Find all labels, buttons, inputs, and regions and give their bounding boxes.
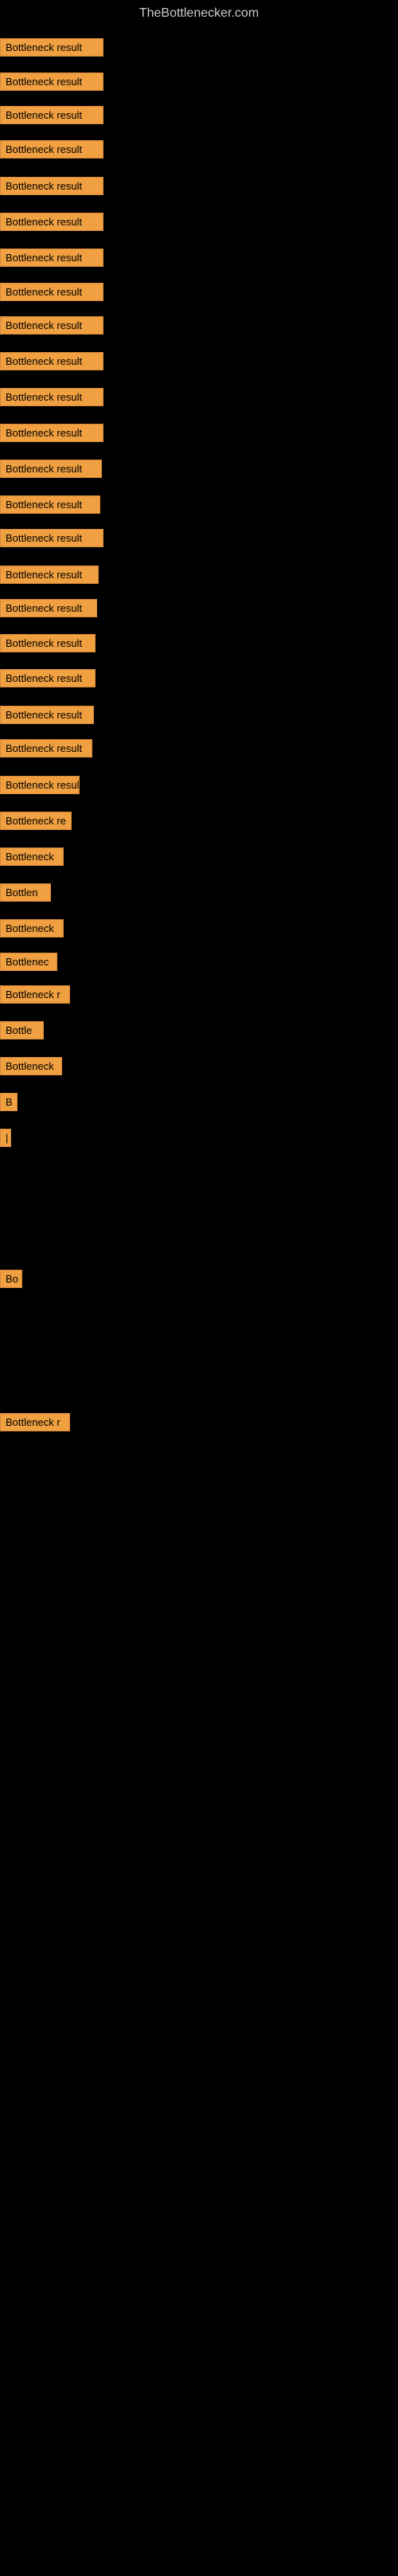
bottleneck-result-row: Bottleneck [0,848,64,870]
bottleneck-result-row: Bottleneck result [0,566,99,588]
bottleneck-result-row: | [0,1129,11,1151]
bottleneck-result-row: Bottleneck result [0,38,103,61]
bottleneck-result-row: Bottleneck result [0,529,103,551]
bottleneck-label[interactable]: Bottleneck result [0,634,96,652]
bottleneck-label[interactable]: Bottleneck result [0,776,80,794]
bottleneck-label[interactable]: Bottlenec [0,953,57,971]
bottleneck-result-row: Bottleneck result [0,213,103,235]
bottleneck-result-row: B [0,1093,18,1115]
bottleneck-result-row: Bottleneck result [0,249,103,271]
bottleneck-label[interactable]: Bottleneck result [0,177,103,195]
bottleneck-label[interactable]: Bottleneck result [0,669,96,687]
bottleneck-label[interactable]: Bottlen [0,883,51,902]
bottleneck-result-row: Bottleneck result [0,352,103,374]
bottleneck-label[interactable]: Bottleneck result [0,599,97,617]
bottleneck-label[interactable]: B [0,1093,18,1111]
bottleneck-result-row: Bottleneck result [0,316,103,339]
bottleneck-result-row: Bottleneck result [0,177,103,199]
bottleneck-result-row: Bottleneck result [0,706,94,728]
bottleneck-result-row: Bottlen [0,883,51,906]
bottleneck-label[interactable]: Bottleneck result [0,529,103,547]
bottleneck-label[interactable]: Bottleneck r [0,1413,70,1431]
bottleneck-label[interactable]: | [0,1129,11,1147]
bottleneck-label[interactable]: Bottleneck result [0,72,103,91]
bottleneck-result-row: Bottleneck result [0,106,103,128]
bottleneck-label[interactable]: Bottleneck [0,1057,62,1075]
bottleneck-result-row: Bottleneck result [0,634,96,656]
bottleneck-label[interactable]: Bottleneck result [0,106,103,124]
bottleneck-label[interactable]: Bottleneck result [0,249,103,267]
bottleneck-result-row: Bottleneck [0,919,64,942]
bottleneck-label[interactable]: Bottleneck result [0,140,103,159]
bottleneck-result-row: Bottle [0,1021,44,1043]
bottleneck-result-row: Bottleneck result [0,776,80,798]
bottleneck-result-row: Bottleneck result [0,739,92,761]
bottleneck-label[interactable]: Bo [0,1270,22,1288]
bottleneck-label[interactable]: Bottleneck result [0,388,103,406]
bottleneck-result-row: Bottlenec [0,953,57,975]
bottleneck-result-row: Bottleneck result [0,424,103,446]
bottleneck-result-row: Bo [0,1270,22,1292]
bottleneck-result-row: Bottleneck result [0,388,103,410]
bottleneck-label[interactable]: Bottleneck result [0,352,103,370]
bottleneck-result-row: Bottleneck result [0,283,103,305]
bottleneck-result-row: Bottleneck result [0,599,97,621]
bottleneck-label[interactable]: Bottleneck result [0,706,94,724]
bottleneck-result-row: Bottleneck [0,1057,62,1079]
bottleneck-label[interactable]: Bottleneck result [0,283,103,301]
bottleneck-result-row: Bottleneck re [0,812,72,834]
bottleneck-result-row: Bottleneck result [0,669,96,691]
site-title: TheBottlenecker.com [0,0,398,27]
bottleneck-result-row: Bottleneck r [0,1413,70,1435]
bottleneck-label[interactable]: Bottleneck re [0,812,72,830]
bottleneck-label[interactable]: Bottleneck result [0,38,103,57]
bottleneck-label[interactable]: Bottleneck result [0,424,103,442]
bottleneck-label[interactable]: Bottleneck r [0,985,70,1004]
bottleneck-result-row: Bottleneck result [0,140,103,162]
bottleneck-result-row: Bottleneck result [0,460,102,482]
bottleneck-label[interactable]: Bottle [0,1021,44,1039]
bottleneck-label[interactable]: Bottleneck [0,919,64,938]
bottleneck-label[interactable]: Bottleneck result [0,213,103,231]
bottleneck-label[interactable]: Bottleneck result [0,316,103,335]
bottleneck-result-row: Bottleneck r [0,985,70,1008]
bottleneck-result-row: Bottleneck result [0,495,100,518]
bottleneck-label[interactable]: Bottleneck result [0,566,99,584]
bottleneck-label[interactable]: Bottleneck result [0,739,92,758]
bottleneck-label[interactable]: Bottleneck result [0,460,102,478]
bottleneck-label[interactable]: Bottleneck result [0,495,100,514]
bottleneck-label[interactable]: Bottleneck [0,848,64,866]
bottleneck-result-row: Bottleneck result [0,72,103,95]
